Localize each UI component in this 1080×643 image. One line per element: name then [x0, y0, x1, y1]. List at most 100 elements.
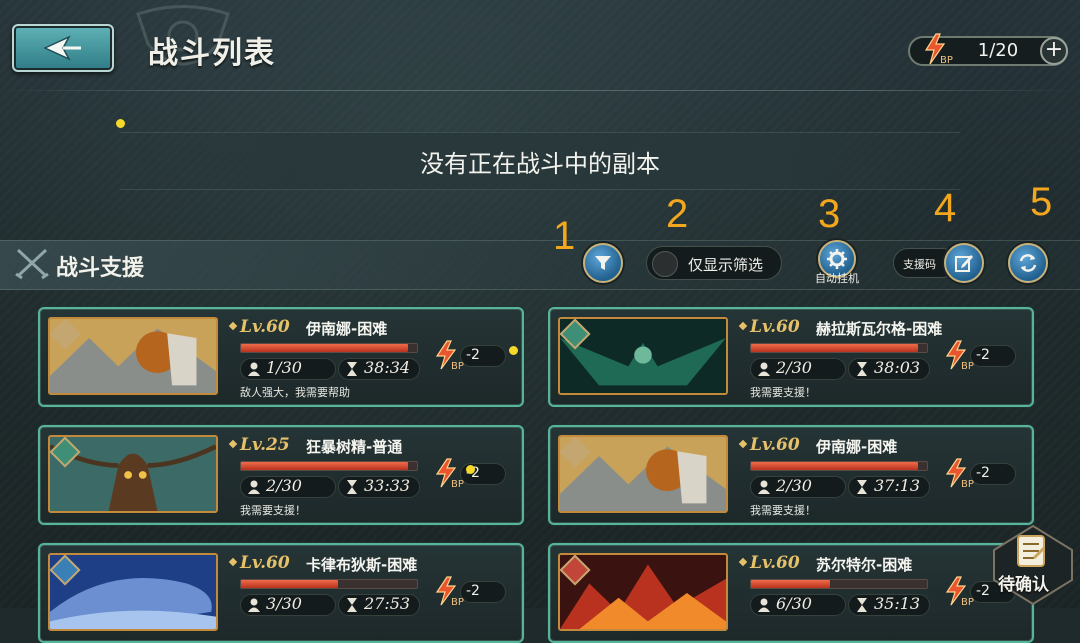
boss-portrait	[558, 435, 728, 513]
crossed-swords-icon	[15, 248, 49, 280]
svg-text:BP: BP	[451, 597, 464, 607]
svg-text:BP: BP	[451, 361, 464, 371]
hourglass-icon	[857, 362, 867, 376]
bp-cost: -2	[976, 583, 990, 599]
players-icon	[248, 480, 260, 494]
bp-lightning-icon: BP	[924, 33, 953, 66]
boss-portrait	[558, 317, 728, 395]
boss-level: Lv.60	[240, 553, 290, 573]
pending-confirm-label[interactable]: 待确认	[998, 570, 1049, 595]
bp-lightning-icon: BP	[945, 458, 974, 489]
add-bp-button[interactable]: +	[1040, 37, 1068, 65]
marker-5: 5	[1030, 180, 1053, 224]
time-remaining: 33:33	[364, 476, 411, 495]
back-button[interactable]	[12, 24, 114, 72]
help-message: 我需要支援！	[750, 386, 816, 399]
hp-bar	[240, 461, 418, 471]
hp-fill	[241, 344, 409, 352]
page-title: 战斗列表	[148, 36, 276, 71]
hourglass-icon	[347, 480, 357, 494]
battle-card[interactable]: Lv.60 伊南娜-困难 1/30 38:34 BP -2 敌人强大，我需要帮助	[38, 307, 524, 407]
boss-name: 狂暴树精-普通	[306, 438, 403, 456]
support-code-button[interactable]	[944, 243, 984, 283]
help-message: 敌人强大，我需要帮助	[240, 386, 350, 399]
hp-fill	[241, 462, 409, 470]
diamond-icon	[228, 321, 238, 331]
marker-dot	[509, 346, 518, 355]
boss-portrait	[558, 553, 728, 631]
marker-dot	[466, 465, 475, 474]
diamond-icon	[738, 321, 748, 331]
boss-name: 赫拉斯瓦尔格-困难	[816, 320, 943, 338]
gear-icon	[827, 249, 847, 269]
bp-lightning-icon: BP	[945, 576, 974, 607]
boss-level: Lv.60	[240, 317, 290, 337]
marker-1: 1	[553, 214, 576, 258]
boss-portrait	[48, 435, 218, 513]
svg-text:BP: BP	[940, 55, 953, 66]
bp-lightning-icon: BP	[435, 576, 464, 607]
battle-card[interactable]: Lv.25 狂暴树精-普通 2/30 33:33 BP -2 我需要支援！	[38, 425, 524, 525]
players-icon	[248, 362, 260, 376]
diamond-icon	[228, 557, 238, 567]
empty-message: 没有正在战斗中的副本	[420, 150, 660, 178]
time-remaining: 38:03	[874, 358, 921, 377]
back-arrow-icon	[43, 35, 81, 61]
auto-battle-label: 自动挂机	[815, 272, 859, 285]
hp-bar	[750, 461, 928, 471]
section-title: 战斗支援	[56, 256, 145, 281]
players-icon	[758, 362, 770, 376]
bp-cost: -2	[976, 465, 990, 481]
player-count: 2/30	[776, 358, 812, 377]
edit-icon	[955, 255, 973, 272]
boss-level: Lv.60	[750, 435, 800, 455]
player-count: 1/30	[266, 358, 302, 377]
bp-lightning-icon: BP	[945, 340, 974, 371]
player-count: 2/30	[776, 476, 812, 495]
player-count: 2/30	[266, 476, 302, 495]
marker-2: 2	[666, 192, 689, 236]
marker-dot	[116, 119, 125, 128]
battle-card[interactable]: Lv.60 伊南娜-困难 2/30 37:13 BP -2 我需要支援！	[548, 425, 1034, 525]
hourglass-icon	[857, 598, 867, 612]
hourglass-icon	[857, 480, 867, 494]
filter-button[interactable]	[583, 243, 623, 283]
time-remaining: 35:13	[874, 594, 921, 613]
hp-fill	[241, 580, 338, 588]
battle-card[interactable]: Lv.60 卡律布狄斯-困难 3/30 27:53 BP -2	[38, 543, 524, 643]
svg-text:BP: BP	[961, 479, 974, 489]
boss-level: Lv.60	[750, 553, 800, 573]
boss-name: 卡律布狄斯-困难	[306, 556, 418, 574]
pending-confirm-icon[interactable]	[990, 522, 1076, 608]
boss-name: 苏尔特尔-困难	[816, 556, 913, 574]
battle-card[interactable]: Lv.60 赫拉斯瓦尔格-困难 2/30 38:03 BP -2 我需要支援！	[548, 307, 1034, 407]
bp-value: 1/20	[977, 40, 1019, 61]
filter-icon	[595, 256, 611, 270]
svg-text:BP: BP	[961, 361, 974, 371]
toggle-knob[interactable]	[652, 251, 678, 277]
bp-lightning-icon: BP	[435, 458, 464, 489]
diamond-icon	[738, 439, 748, 449]
help-message: 我需要支援！	[240, 504, 306, 517]
battle-card[interactable]: Lv.60 苏尔特尔-困难 6/30 35:13 BP -2	[548, 543, 1034, 643]
players-icon	[758, 480, 770, 494]
player-count: 6/30	[776, 594, 812, 613]
players-icon	[248, 598, 260, 612]
time-remaining: 38:34	[364, 358, 411, 377]
bp-lightning-icon: BP	[435, 340, 464, 371]
diamond-icon	[228, 439, 238, 449]
header-divider	[0, 90, 1080, 91]
refresh-button[interactable]	[1008, 243, 1048, 283]
help-message: 我需要支援！	[750, 504, 816, 517]
svg-text:BP: BP	[961, 597, 974, 607]
marker-3: 3	[818, 192, 841, 236]
time-remaining: 27:53	[364, 594, 411, 613]
boss-name: 伊南娜-困难	[306, 320, 388, 338]
hp-bar	[750, 343, 928, 353]
hp-fill	[751, 462, 919, 470]
hp-bar	[240, 579, 418, 589]
hp-fill	[751, 344, 919, 352]
bp-cost: -2	[466, 583, 480, 599]
bp-cost: -2	[976, 347, 990, 363]
hp-bar	[750, 579, 928, 589]
